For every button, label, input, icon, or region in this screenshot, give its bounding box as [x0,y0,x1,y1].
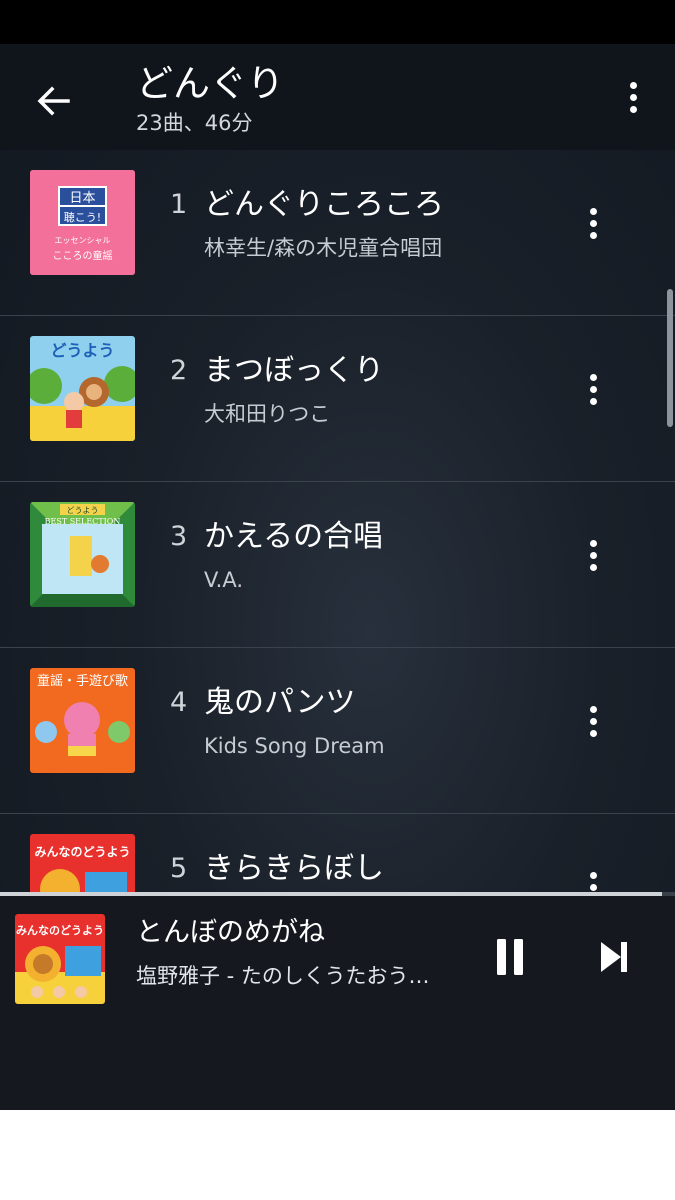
skip-next-icon [601,942,627,972]
scrollbar[interactable] [667,289,673,427]
more-vertical-icon [629,81,637,113]
track-more-button[interactable] [572,864,614,892]
track-number: 4 [170,687,188,718]
playlist-screen: どんぐり 23曲、46分 日本 聴こう! エッセンシャル こころの童謡 1 どん… [0,44,675,1110]
cover-text: 聴こう! [64,211,101,224]
more-vertical-icon [589,207,597,239]
cover-text: みんなのどうよう [16,924,104,937]
track-number: 3 [170,521,188,552]
album-cover-oni-kids: 童謡・手遊び歌 [30,668,135,773]
album-cover: 童謡・手遊び歌 [30,668,135,773]
track-title: 鬼のパンツ [204,685,356,720]
more-vertical-icon [589,705,597,737]
skip-next-button[interactable] [590,930,638,984]
track-number: 2 [170,355,188,386]
track-title: かえるの合唱 [204,519,384,554]
app-header: どんぐり 23曲、46分 [0,44,675,150]
header-more-button[interactable] [610,74,656,120]
more-vertical-icon [589,539,597,571]
track-artist: V.A. [204,568,244,592]
cover-text: エッセンシャル [55,236,111,245]
pause-button[interactable] [486,930,534,984]
more-vertical-icon [589,871,597,893]
track-row[interactable]: どうよう BEST SELECTION 3 かえるの合唱 V.A. [0,482,675,648]
track-number: 5 [170,853,188,884]
status-bar [0,0,675,44]
cover-text: BEST SELECTION [45,517,121,526]
track-artist: 大和田りつこ [204,402,331,426]
playlist-summary: 23曲、46分 [136,111,253,135]
cover-text: こころの童謡 [53,249,113,262]
track-more-button[interactable] [572,532,614,578]
track-row[interactable]: 童謡・手遊び歌 4 鬼のパンツ Kids Song Dream [0,648,675,814]
cover-text: 日本 [69,191,95,206]
track-more-button[interactable] [572,366,614,412]
now-playing-artist: 塩野雅子 - たのしくうたおう… [136,964,430,988]
track-row[interactable]: どうよう 2 まつぼっくり 大和田りつこ [0,316,675,482]
track-title: きらきらぼし [204,851,384,886]
back-button[interactable] [30,78,76,124]
track-more-button[interactable] [572,698,614,744]
track-more-button[interactable] [572,200,614,246]
more-vertical-icon [589,373,597,405]
now-playing-title: とんぼのめがね [136,917,325,948]
album-cover: どうよう BEST SELECTION [30,502,135,607]
playback-progress-fill [0,892,662,896]
track-number: 1 [170,189,188,220]
now-playing-cover: みんなのどうよう [15,914,105,1004]
arrow-left-icon [37,86,70,116]
album-cover-douyou-bear: どうよう [30,336,135,441]
album-cover-best-selection: どうよう BEST SELECTION [30,502,135,607]
bottom-area [0,1110,675,1200]
mini-player[interactable]: みんなのどうよう とんぼのめがね 塩野雅子 - たのしくうたおう… [0,892,675,1110]
track-artist: 林幸生/森の木児童合唱団 [204,236,443,260]
page-title: どんぐり [136,62,284,105]
cover-text: みんなのどうよう [34,845,130,859]
track-list[interactable]: 日本 聴こう! エッセンシャル こころの童謡 1 どんぐりころころ 林幸生/森の… [0,150,675,892]
album-cover: 日本 聴こう! エッセンシャル こころの童謡 [30,170,135,275]
track-row[interactable]: 日本 聴こう! エッセンシャル こころの童謡 1 どんぐりころころ 林幸生/森の… [0,150,675,316]
album-cover: みんなのどうよう [30,834,135,892]
cover-text: どうよう [50,341,114,360]
track-title: どんぐりころころ [204,187,444,222]
cover-text: 童謡・手遊び歌 [37,673,128,689]
cover-text: どうよう [67,506,99,515]
track-row[interactable]: みんなのどうよう 5 きらきらぼし [0,814,675,892]
pause-icon [497,939,523,975]
album-cover-minna-no-douyou: みんなのどうよう [15,914,105,1004]
album-cover-minna-no-douyou: みんなのどうよう [30,834,135,892]
track-artist: Kids Song Dream [204,734,385,758]
album-cover: どうよう [30,336,135,441]
playback-progress[interactable] [0,892,675,896]
album-cover-japanese-songs: 日本 聴こう! エッセンシャル こころの童謡 [30,170,135,275]
track-title: まつぼっくり [204,353,384,388]
